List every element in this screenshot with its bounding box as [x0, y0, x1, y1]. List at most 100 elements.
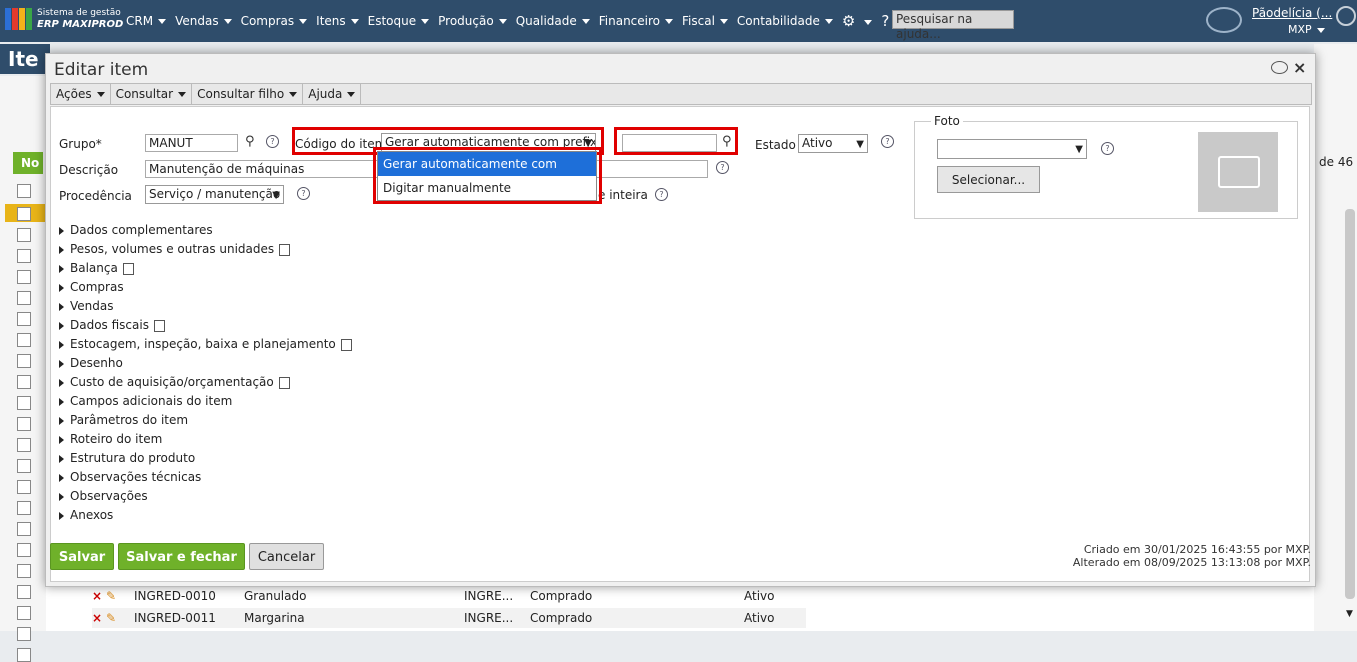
row-checkbox[interactable]: [17, 564, 31, 578]
menu-itens[interactable]: Itens: [316, 14, 359, 28]
menu-producao[interactable]: Produção: [438, 14, 507, 28]
document-icon: [279, 243, 291, 256]
section-anexos[interactable]: Anexos: [59, 508, 113, 522]
photo-placeholder: [1198, 132, 1278, 212]
inteira-label: e inteira: [598, 188, 648, 202]
delete-icon[interactable]: ×: [92, 608, 102, 628]
row-checkbox[interactable]: [17, 459, 31, 473]
close-icon[interactable]: ×: [1293, 58, 1306, 77]
menu-crm[interactable]: CRM: [126, 14, 167, 28]
help-search-input[interactable]: Pesquisar na ajuda...: [892, 10, 1014, 41]
row-checkbox[interactable]: [17, 480, 31, 494]
edit-icon[interactable]: ✎: [106, 586, 116, 606]
user-name-link[interactable]: Pãodelícia (...: [1252, 6, 1332, 20]
row-checkbox[interactable]: [17, 375, 31, 389]
help-icon[interactable]: ?: [1101, 142, 1114, 155]
user-code[interactable]: MXP: [1288, 23, 1325, 36]
row-checkbox[interactable]: [17, 333, 31, 347]
toolbar-consultar[interactable]: Consultar: [111, 84, 193, 104]
chat-icon[interactable]: [1206, 7, 1242, 33]
procedencia-select[interactable]: Serviço / manutenção ▼: [145, 185, 284, 204]
row-checkbox[interactable]: [17, 354, 31, 368]
menu-vendas[interactable]: Vendas: [175, 14, 232, 28]
menu-financeiro[interactable]: Financeiro: [599, 14, 674, 28]
edit-item-dialog: Editar item × Ações Consultar Consultar …: [45, 53, 1316, 587]
help-icon[interactable]: ?: [655, 188, 668, 201]
expand-triangle-icon: [59, 283, 64, 292]
section-dados-complementares[interactable]: Dados complementares: [59, 223, 213, 237]
settings-menu[interactable]: ⚙: [842, 12, 873, 30]
row-checkbox[interactable]: [17, 627, 31, 641]
scroll-down-icon[interactable]: ▼: [1346, 609, 1353, 619]
document-icon: [153, 319, 165, 332]
row-checkbox[interactable]: [17, 648, 31, 662]
toolbar-consultar-filho[interactable]: Consultar filho: [192, 84, 304, 104]
expand-triangle-icon: [59, 473, 64, 482]
section-parametros[interactable]: Parâmetros do item: [59, 413, 188, 427]
save-and-close-button[interactable]: Salvar e fechar: [118, 543, 245, 570]
menu-contabilidade[interactable]: Contabilidade: [737, 14, 833, 28]
delete-icon[interactable]: ×: [92, 586, 102, 606]
record-count: de 46: [1319, 155, 1354, 169]
section-observacoes-tecnicas[interactable]: Observações técnicas: [59, 470, 201, 484]
select-photo-button[interactable]: Selecionar...: [937, 166, 1040, 193]
save-button[interactable]: Salvar: [50, 543, 114, 570]
row-checkbox[interactable]: [17, 249, 31, 263]
expand-triangle-icon: [59, 435, 64, 444]
section-estrutura[interactable]: Estrutura do produto: [59, 451, 195, 465]
row-checkbox[interactable]: [17, 291, 31, 305]
menu-qualidade[interactable]: Qualidade: [516, 14, 590, 28]
help-icon[interactable]: ?: [881, 135, 894, 148]
row-checkbox[interactable]: [17, 543, 31, 557]
grupo-input[interactable]: MANUT: [145, 134, 238, 152]
row-code: INGRED-0011: [134, 611, 216, 625]
help-icon[interactable]: ?: [716, 161, 729, 174]
row-checkbox[interactable]: [17, 417, 31, 431]
foto-select[interactable]: ▼: [937, 139, 1087, 159]
section-vendas[interactable]: Vendas: [59, 299, 114, 313]
section-campos-adicionais[interactable]: Campos adicionais do item: [59, 394, 232, 408]
section-estocagem[interactable]: Estocagem, inspeção, baixa e planejament…: [59, 337, 352, 351]
row-checkbox[interactable]: [17, 207, 31, 221]
section-pesos-volumes[interactable]: Pesos, volumes e outras unidades: [59, 242, 291, 256]
new-button[interactable]: No: [13, 152, 43, 174]
row-checkbox[interactable]: [17, 501, 31, 515]
table-row[interactable]: × ✎ INGRED-0010 Granulado INGRE... Compr…: [92, 586, 806, 606]
section-observacoes[interactable]: Observações: [59, 489, 148, 503]
row-checkbox[interactable]: [17, 522, 31, 536]
row-checkbox[interactable]: [17, 312, 31, 326]
chevron-down-icon: [223, 19, 232, 24]
section-balanca[interactable]: Balança: [59, 261, 134, 275]
scrollbar[interactable]: [1345, 209, 1355, 599]
section-desenho[interactable]: Desenho: [59, 356, 123, 370]
help-icon[interactable]: ?: [266, 135, 279, 148]
section-custo-aquisicao[interactable]: Custo de aquisição/orçamentação: [59, 375, 290, 389]
row-checkbox[interactable]: [17, 606, 31, 620]
section-dados-fiscais[interactable]: Dados fiscais: [59, 318, 165, 332]
cancel-button[interactable]: Cancelar: [249, 543, 324, 570]
menu-estoque[interactable]: Estoque: [368, 14, 430, 28]
power-icon[interactable]: [1336, 6, 1356, 26]
menu-fiscal[interactable]: Fiscal: [682, 14, 728, 28]
row-checkbox[interactable]: [17, 270, 31, 284]
row-checkbox[interactable]: [17, 228, 31, 242]
expand-triangle-icon: [59, 492, 64, 501]
help-icon[interactable]: ?: [297, 187, 310, 200]
section-compras[interactable]: Compras: [59, 280, 124, 294]
search-icon[interactable]: ⚲: [245, 134, 255, 149]
document-icon: [278, 376, 290, 389]
section-roteiro[interactable]: Roteiro do item: [59, 432, 162, 446]
estado-select[interactable]: Ativo ▼: [798, 134, 868, 153]
edit-icon[interactable]: ✎: [106, 608, 116, 628]
row-checkbox[interactable]: [17, 438, 31, 452]
row-checkbox[interactable]: [17, 396, 31, 410]
toolbar-ajuda[interactable]: Ajuda: [303, 84, 362, 104]
help-icon: ?: [881, 12, 890, 30]
row-origin: Comprado: [530, 589, 593, 603]
toolbar-acoes[interactable]: Ações: [51, 84, 111, 104]
table-row[interactable]: × ✎ INGRED-0011 Margarina INGRE... Compr…: [92, 608, 806, 628]
comment-icon[interactable]: [1271, 61, 1288, 74]
menu-compras[interactable]: Compras: [241, 14, 308, 28]
row-checkbox[interactable]: [17, 585, 31, 599]
select-all-checkbox[interactable]: [17, 184, 31, 198]
